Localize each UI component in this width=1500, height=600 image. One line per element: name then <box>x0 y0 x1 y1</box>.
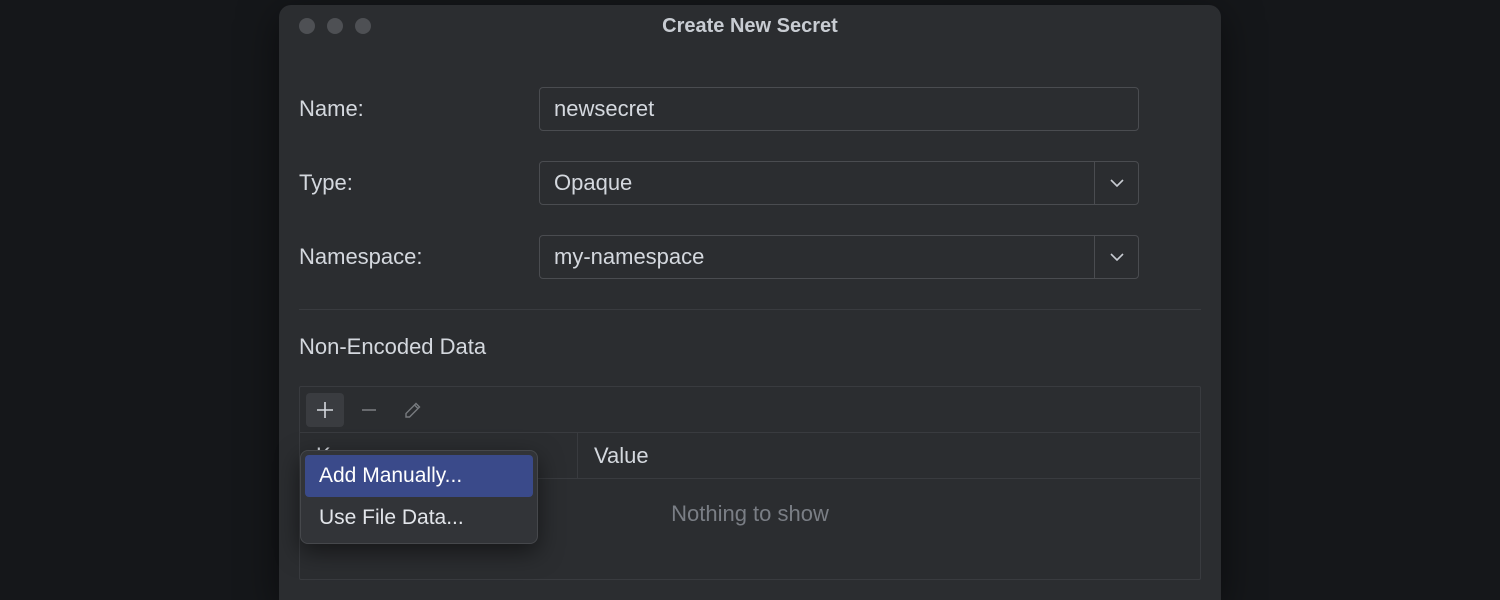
add-data-menu: Add Manually... Use File Data... <box>300 450 538 544</box>
window-controls <box>279 18 371 34</box>
minus-icon <box>359 400 379 420</box>
namespace-select[interactable]: my-namespace <box>539 235 1139 279</box>
namespace-select-value: my-namespace <box>540 244 1094 270</box>
name-label: Name: <box>299 96 539 122</box>
name-input[interactable] <box>539 87 1139 131</box>
add-data-button[interactable] <box>306 393 344 427</box>
remove-data-button[interactable] <box>350 393 388 427</box>
menu-item-label: Use File Data... <box>319 506 464 530</box>
titlebar: Create New Secret <box>279 5 1221 47</box>
close-window-button[interactable] <box>299 18 315 34</box>
type-select[interactable]: Opaque <box>539 161 1139 205</box>
divider <box>299 309 1201 310</box>
menu-item-label: Add Manually... <box>319 464 462 488</box>
name-row: Name: <box>299 87 1201 131</box>
empty-state-text: Nothing to show <box>671 501 829 527</box>
menu-item-use-file-data[interactable]: Use File Data... <box>305 497 533 539</box>
minimize-window-button[interactable] <box>327 18 343 34</box>
dialog-title: Create New Secret <box>279 15 1221 38</box>
data-toolbar <box>300 387 1200 433</box>
menu-item-add-manually[interactable]: Add Manually... <box>305 455 533 497</box>
plus-icon <box>315 400 335 420</box>
zoom-window-button[interactable] <box>355 18 371 34</box>
namespace-label: Namespace: <box>299 244 539 270</box>
type-label: Type: <box>299 170 539 196</box>
edit-data-button[interactable] <box>394 393 432 427</box>
type-row: Type: Opaque <box>299 161 1201 205</box>
data-section-title: Non-Encoded Data <box>299 334 1201 360</box>
pencil-icon <box>403 400 423 420</box>
chevron-down-icon <box>1094 162 1138 204</box>
column-header-value: Value <box>578 433 1200 478</box>
chevron-down-icon <box>1094 236 1138 278</box>
namespace-row: Namespace: my-namespace <box>299 235 1201 279</box>
type-select-value: Opaque <box>540 170 1094 196</box>
